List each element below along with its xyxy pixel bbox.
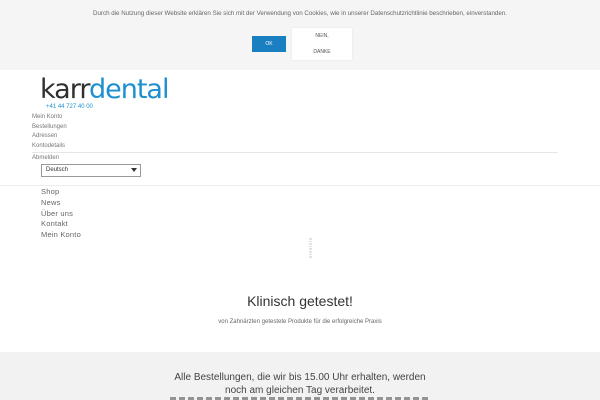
nav-item-mein-konto[interactable]: Mein Konto bbox=[41, 230, 81, 241]
language-selected-value: Deutsch bbox=[46, 167, 69, 173]
account-links: Mein Konto Bestellungen Adressen Kontode… bbox=[32, 113, 67, 152]
account-link-kontodetails[interactable]: Kontodetails bbox=[32, 142, 67, 152]
slider-dot[interactable] bbox=[308, 240, 312, 243]
slider-dot[interactable] bbox=[308, 256, 312, 258]
hero-headline: Klinisch getestet! bbox=[247, 293, 353, 309]
logo-part-dental: dental bbox=[88, 74, 169, 105]
account-link-bestellungen[interactable]: Bestellungen bbox=[32, 123, 67, 133]
nav-item-shop[interactable]: Shop bbox=[41, 187, 81, 198]
logo-part-karr: karr bbox=[40, 74, 90, 105]
nav-divider bbox=[0, 185, 600, 186]
logout-link[interactable]: Abmelden bbox=[32, 155, 59, 161]
slider-dot[interactable] bbox=[308, 238, 312, 240]
account-link-adressen[interactable]: Adressen bbox=[32, 132, 67, 142]
slider-dot[interactable] bbox=[308, 243, 312, 245]
cookie-decline-label-2: DANKE bbox=[313, 49, 331, 55]
cookie-bar: Durch die Nutzung dieser Website erkläre… bbox=[0, 0, 600, 70]
cookie-message: Durch die Nutzung dieser Website erkläre… bbox=[93, 10, 507, 17]
chevron-down-icon bbox=[131, 168, 137, 172]
nav-item-kontakt[interactable]: Kontakt bbox=[41, 219, 81, 230]
info-line-1: Alle Bestellungen, die wir bis 15.00 Uhr… bbox=[174, 372, 426, 383]
slider-dot[interactable] bbox=[308, 253, 312, 256]
cookie-decline-label-1: NEIN, bbox=[315, 33, 329, 39]
nav-item-news[interactable]: News bbox=[41, 198, 81, 209]
slider-dot[interactable] bbox=[308, 248, 312, 250]
slider-dot[interactable] bbox=[308, 250, 312, 253]
main-nav: Shop News Über uns Kontakt Mein Konto bbox=[41, 187, 81, 241]
cookie-decline-button[interactable]: NEIN, DANKE bbox=[292, 28, 352, 60]
cookie-ok-button[interactable]: OK bbox=[252, 36, 286, 52]
nav-item-ueber-uns[interactable]: Über uns bbox=[41, 209, 81, 220]
account-link-mein-konto[interactable]: Mein Konto bbox=[32, 113, 67, 123]
header-divider bbox=[32, 152, 558, 153]
phone-number[interactable]: +41 44 727 40 00 bbox=[46, 104, 93, 110]
info-line-2: noch am gleichen Tag verarbeitet. bbox=[225, 385, 375, 396]
info-text: Alle Bestellungen, die wir bis 15.00 Uhr… bbox=[0, 371, 600, 397]
hero-subline: von Zahnärzten getestete Produkte für di… bbox=[218, 319, 382, 325]
slider-pagination-icon[interactable] bbox=[308, 238, 312, 258]
slider-dot[interactable] bbox=[308, 245, 312, 248]
language-select[interactable]: Deutsch bbox=[41, 164, 141, 177]
site-logo[interactable]: karrdental bbox=[40, 74, 169, 105]
